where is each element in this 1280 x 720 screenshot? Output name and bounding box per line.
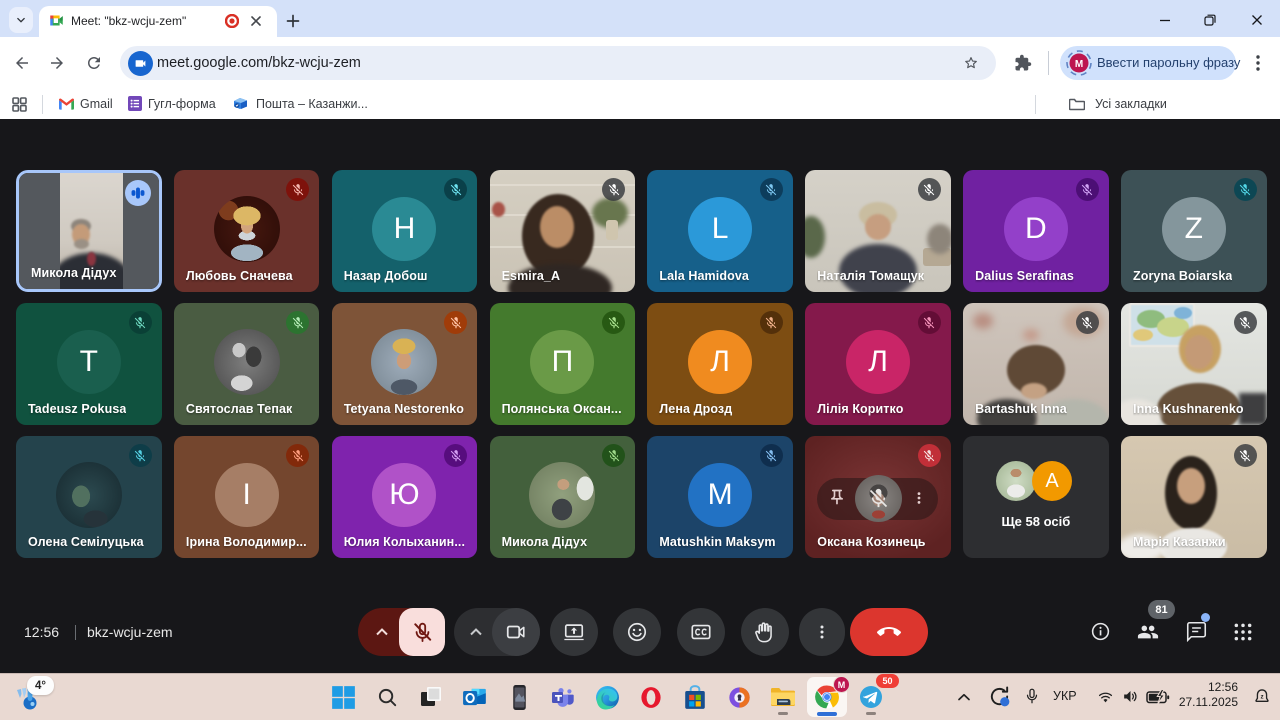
svg-text:z: z xyxy=(1260,693,1263,700)
svg-text:M: M xyxy=(1075,59,1083,70)
